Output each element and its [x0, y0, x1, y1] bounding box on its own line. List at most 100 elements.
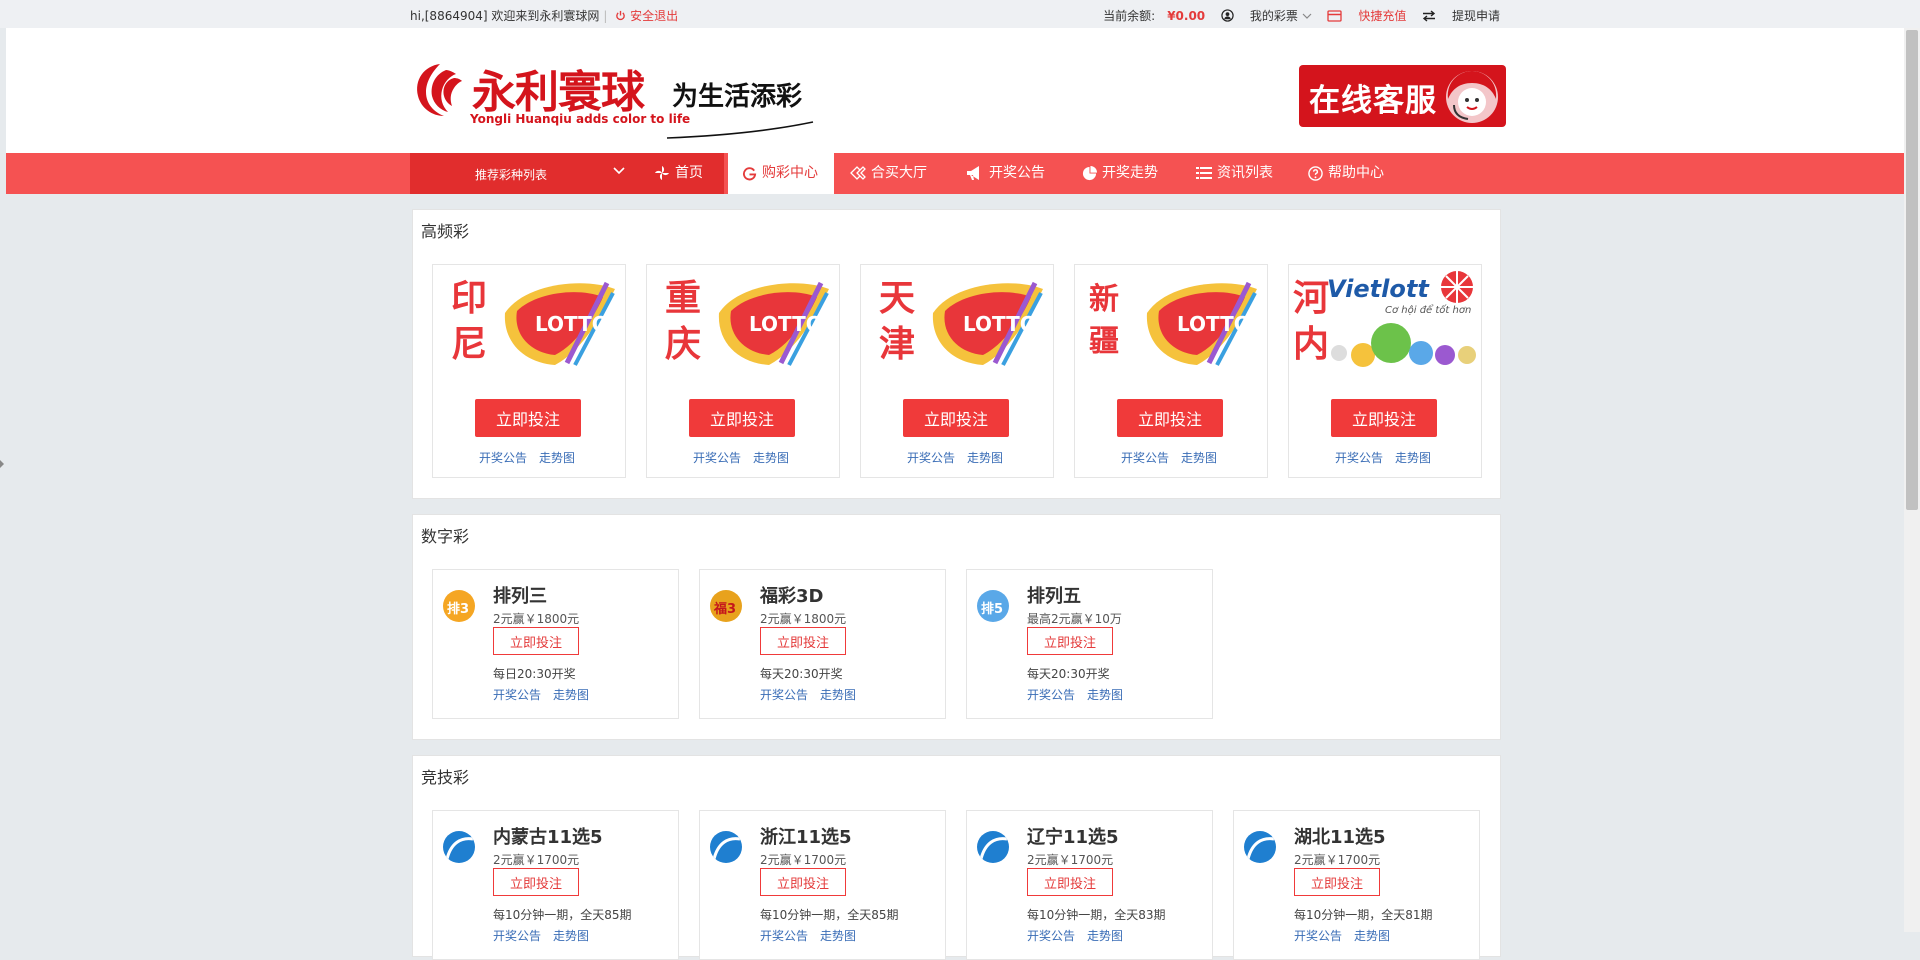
draw-notice-link[interactable]: 开奖公告 — [760, 929, 808, 943]
trend-chart-link[interactable]: 走势图 — [1087, 688, 1123, 702]
lottery-card-hanoi: 河内 Vietlott Cơ hội để tốt hơn 立即投注 开奖公告走… — [1288, 264, 1482, 478]
lottery-balls-icon — [1331, 323, 1476, 367]
trend-chart-link[interactable]: 走势图 — [967, 451, 1003, 465]
welcome-area: hi,[8864904] 欢迎来到永利寰球网 | 安全退出 — [410, 9, 679, 23]
draw-notice-link[interactable]: 开奖公告 — [693, 451, 741, 465]
lottery-card-tianjin: 天津 LOTTO 立即投注 开奖公告 走势图 — [860, 264, 1054, 478]
nav-draw-trend[interactable]: 开奖走势 — [1082, 153, 1158, 194]
trend-chart-link[interactable]: 走势图 — [820, 929, 856, 943]
lottery-price: 最高2元赢￥10万 — [1027, 612, 1122, 626]
greeting-text: hi,[8864904] 欢迎来到永利寰球网 — [410, 9, 600, 23]
lottery-price: 2元赢￥1700元 — [493, 853, 580, 867]
recharge-label: 快捷充值 — [1358, 9, 1407, 23]
bet-now-button[interactable]: 立即投注 — [1027, 868, 1113, 896]
ssc-lottery-logo-icon: LOTTO — [932, 281, 1043, 366]
card-city-label: 新疆 — [1089, 282, 1119, 359]
trend-chart-link[interactable]: 走势图 — [553, 688, 589, 702]
lottery-card-chongqing: 重庆 LOTTO 立即投注 开奖公告 走势图 — [646, 264, 840, 478]
nav-group-buy[interactable]: 合买大厅 — [850, 153, 927, 194]
card-links: 开奖公告 走势图 — [693, 449, 801, 466]
card-links: 开奖公告 走势图 — [1027, 686, 1135, 703]
recharge-link[interactable]: 快捷充值 — [1327, 9, 1406, 23]
vietlott-tagline: Cơ hội để tốt hơn — [1385, 305, 1472, 316]
main-nav: 推荐彩种列表 首页 购彩中心 合买大厅 开奖公告 开奖走势 资讯列表 帮助中心 — [6, 153, 1904, 194]
draw-notice-link[interactable]: 开奖公告 — [479, 451, 527, 465]
nav-news-list-label: 资讯列表 — [1217, 165, 1273, 181]
bet-now-button[interactable]: 立即投注 — [1117, 399, 1223, 437]
draw-notice-link[interactable]: 开奖公告 — [1027, 688, 1075, 702]
11x5-icon — [977, 831, 1009, 863]
nav-draw-notice[interactable]: 开奖公告 — [966, 153, 1045, 194]
scrollbar-thumb[interactable] — [1906, 30, 1918, 510]
nav-help-center[interactable]: 帮助中心 — [1308, 153, 1384, 194]
trend-chart-link[interactable]: 走势图 — [1354, 929, 1390, 943]
card-links: 开奖公告 走势图 — [1027, 927, 1135, 944]
bet-now-button[interactable]: 立即投注 — [1027, 627, 1113, 655]
balance-label: 当前余额: — [1103, 9, 1156, 23]
exchange-icon — [1423, 10, 1436, 22]
draw-notice-link[interactable]: 开奖公告 — [493, 929, 541, 943]
online-service-button[interactable]: 在线客服 — [1299, 65, 1506, 127]
logout-label: 安全退出 — [630, 9, 679, 23]
lottery-price: 2元赢￥1800元 — [760, 612, 847, 626]
vietlott-brand: Vietlott — [1327, 275, 1429, 303]
draw-notice-link[interactable]: 开奖公告 — [760, 688, 808, 702]
diamond-icon — [850, 166, 866, 180]
lottery-name: 浙江11选5 — [760, 827, 852, 848]
card-city-label: 天津 — [879, 277, 916, 365]
trend-chart-link[interactable]: 走势图 — [1087, 929, 1123, 943]
bet-now-button[interactable]: 立即投注 — [493, 868, 579, 896]
trend-chart-link[interactable]: 走势图 — [1395, 451, 1431, 465]
withdraw-link[interactable]: 提现申请 — [1422, 9, 1500, 23]
lottery-card-liaoning-11x5: 辽宁11选5 2元赢￥1700元 立即投注 每10分钟一期，全天83期 开奖公告… — [966, 810, 1213, 960]
lottery-name: 内蒙古11选5 — [493, 827, 603, 848]
lottery-card-pailie5: 排5 排列五 最高2元赢￥10万 立即投注 每天20:30开奖 开奖公告 走势图 — [966, 569, 1213, 719]
nav-buy-center[interactable]: 购彩中心 — [728, 153, 834, 194]
logout-link[interactable]: 安全退出 — [615, 9, 678, 23]
bet-now-button[interactable]: 立即投注 — [493, 627, 579, 655]
bet-now-button[interactable]: 立即投注 — [1331, 399, 1437, 437]
card-links: 开奖公告 走势图 — [1294, 927, 1402, 944]
bet-now-button[interactable]: 立即投注 — [903, 399, 1009, 437]
my-lottery-menu[interactable]: 我的彩票 — [1221, 9, 1312, 23]
card-links: 开奖公告 走势图 — [479, 449, 587, 466]
trend-chart-link[interactable]: 走势图 — [753, 451, 789, 465]
bet-now-button[interactable]: 立即投注 — [760, 627, 846, 655]
card-links: 开奖公告 走势图 — [493, 927, 601, 944]
bet-now-button[interactable]: 立即投注 — [689, 399, 795, 437]
draw-notice-link[interactable]: 开奖公告 — [1121, 451, 1169, 465]
bet-now-button[interactable]: 立即投注 — [475, 399, 581, 437]
my-lottery-label: 我的彩票 — [1249, 9, 1298, 23]
trend-chart-link[interactable]: 走势图 — [539, 451, 575, 465]
draw-notice-link[interactable]: 开奖公告 — [907, 451, 955, 465]
trend-chart-link[interactable]: 走势图 — [820, 688, 856, 702]
site-header: 永利寰球 Yongli Huanqiu adds color to life 为… — [6, 28, 1906, 153]
lottery-card-zhejiang-11x5: 浙江11选5 2元赢￥1700元 立即投注 每10分钟一期，全天85期 开奖公告… — [699, 810, 946, 960]
nav-home[interactable]: 首页 — [640, 153, 724, 194]
draw-schedule: 每10分钟一期，全天85期 — [493, 908, 632, 922]
card-links: 开奖公告 走势图 — [760, 927, 868, 944]
chevron-down-icon — [1302, 13, 1312, 19]
draw-notice-link[interactable]: 开奖公告 — [1294, 929, 1342, 943]
site-logo[interactable]: 永利寰球 Yongli Huanqiu adds color to life 为… — [410, 54, 814, 154]
draw-notice-link[interactable]: 开奖公告 — [1027, 929, 1075, 943]
bet-now-button[interactable]: 立即投注 — [1294, 868, 1380, 896]
draw-schedule: 每天20:30开奖 — [760, 667, 843, 681]
trend-chart-link[interactable]: 走势图 — [553, 929, 589, 943]
trend-chart-link[interactable]: 走势图 — [1181, 451, 1217, 465]
11x5-icon — [443, 831, 475, 863]
draw-schedule: 每10分钟一期，全天81期 — [1294, 908, 1433, 922]
bet-now-button[interactable]: 立即投注 — [760, 868, 846, 896]
nav-draw-notice-label: 开奖公告 — [989, 165, 1045, 181]
nav-news-list[interactable]: 资讯列表 — [1196, 153, 1273, 194]
lottery-name: 排列三 — [493, 586, 547, 607]
card-city-label: 河内 — [1293, 277, 1330, 365]
card-city-label: 重庆 — [665, 277, 702, 365]
draw-notice-link[interactable]: 开奖公告 — [1335, 451, 1383, 465]
phoenix-logo-icon — [417, 64, 462, 116]
lottery-type-dropdown[interactable]: 推荐彩种列表 — [410, 153, 640, 194]
logo-chinese-text: 永利寰球 — [472, 67, 645, 118]
fucai3d-icon: 福3 — [710, 590, 742, 622]
side-collapse-arrow-icon[interactable] — [0, 460, 4, 468]
draw-notice-link[interactable]: 开奖公告 — [493, 688, 541, 702]
